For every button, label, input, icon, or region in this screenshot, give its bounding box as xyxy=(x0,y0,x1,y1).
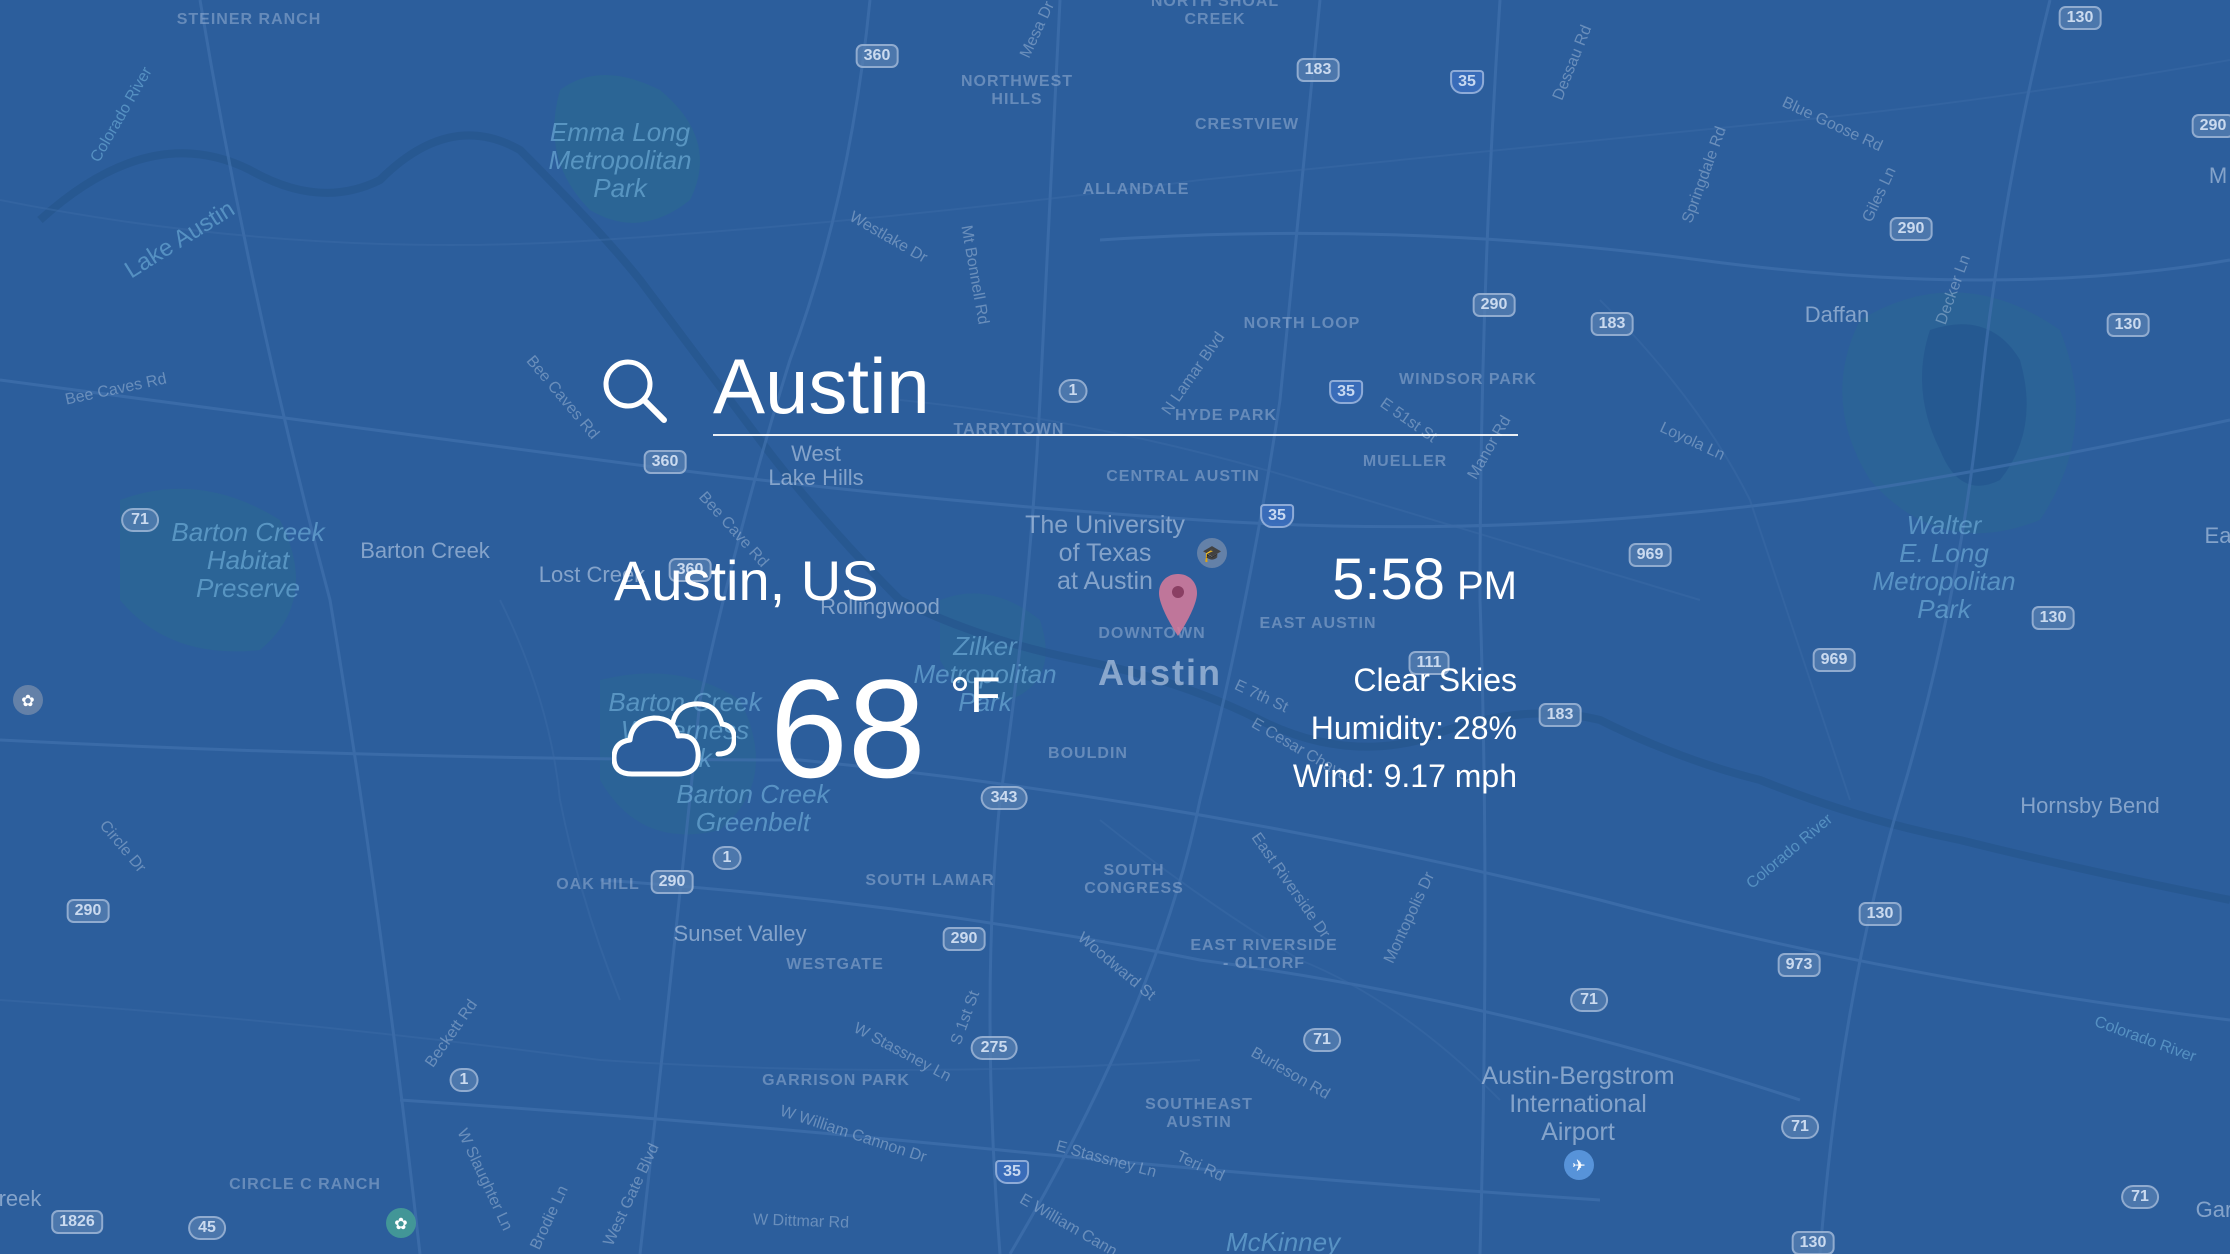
location-name: Austin, US xyxy=(614,549,879,612)
time-ampm: PM xyxy=(1457,564,1517,608)
partly-cloudy-icon xyxy=(612,701,736,777)
temperature-value: 68 xyxy=(770,650,926,807)
conditions-panel: Clear Skies Humidity: 28% Wind: 9.17 mph xyxy=(1293,656,1517,800)
wind-text: Wind: 9.17 mph xyxy=(1292,758,1517,794)
time-value: 5:58 xyxy=(1332,547,1445,612)
local-time: 5:58 PM xyxy=(1332,546,1517,613)
search-input[interactable] xyxy=(713,338,1518,436)
search-icon[interactable] xyxy=(600,356,670,426)
condition-text: Clear Skies xyxy=(1353,662,1517,698)
weather-panel: Austin, US 5:58 PM 68 °F Clear Skies Humi… xyxy=(0,0,2230,1254)
temperature-unit: °F xyxy=(950,667,1001,723)
humidity-text: Humidity: 28% xyxy=(1310,710,1517,746)
weather-app: STEINER RANCH NORTHWEST HILLS NORTH SHOA… xyxy=(0,0,2230,1254)
